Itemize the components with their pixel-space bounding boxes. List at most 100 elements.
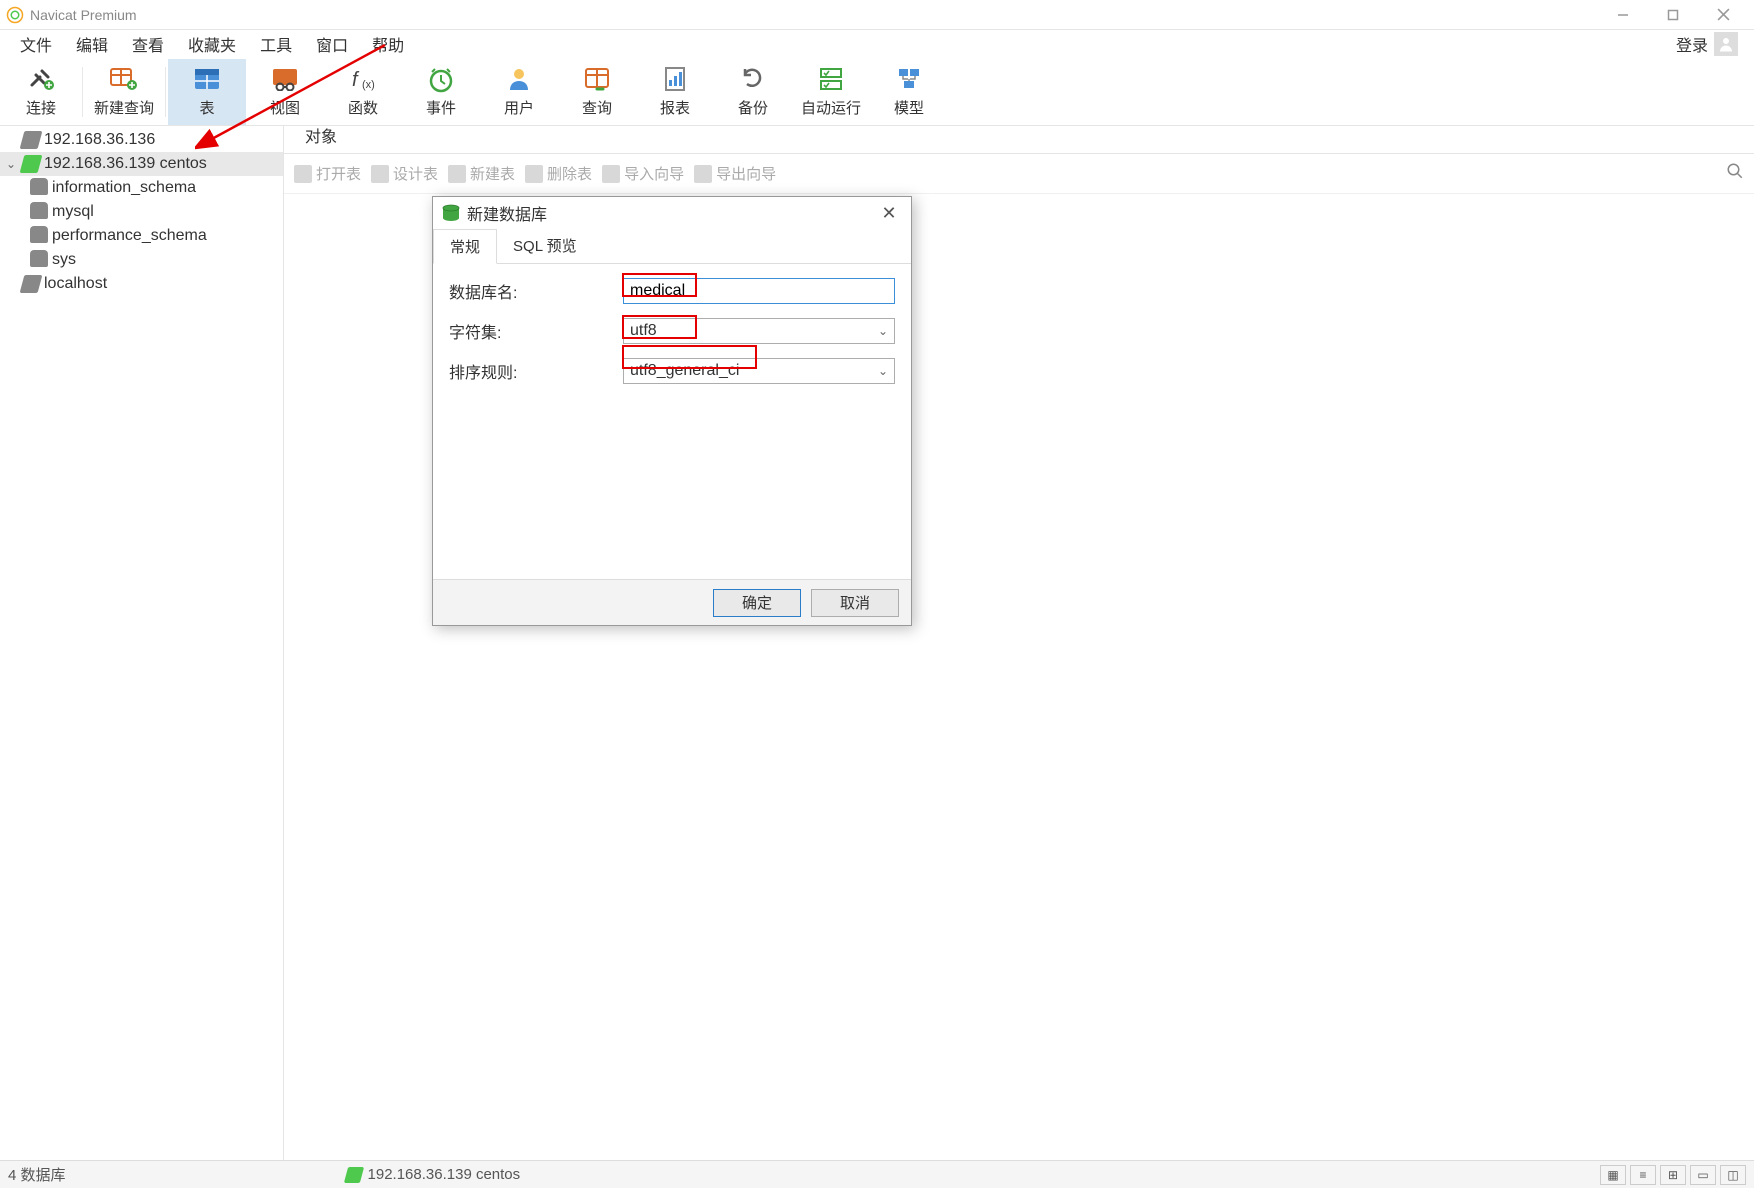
app-title: Navicat Premium <box>30 7 137 23</box>
toolbar-connect[interactable]: 连接 <box>2 59 80 125</box>
title-bar: Navicat Premium <box>0 0 1754 30</box>
subtool-design-table[interactable]: 设计表 <box>371 163 438 184</box>
maximize-button[interactable] <box>1648 1 1698 29</box>
toolbar-label: 函数 <box>348 97 378 118</box>
toolbar-label: 自动运行 <box>801 97 861 118</box>
subtool-export[interactable]: 导出向导 <box>694 163 776 184</box>
chevron-down-icon: ⌄ <box>878 324 888 338</box>
select-collation[interactable]: utf8_general_ci ⌄ <box>623 358 895 384</box>
tree-db-performance-schema[interactable]: performance_schema <box>0 224 283 248</box>
connection-icon <box>343 1167 363 1183</box>
toolbar-label: 备份 <box>738 97 768 118</box>
toolbar-query[interactable]: 查询 <box>558 59 636 125</box>
model-icon <box>893 65 925 93</box>
chevron-down-icon[interactable]: ⌄ <box>4 157 18 171</box>
menu-view[interactable]: 查看 <box>120 29 176 59</box>
close-button[interactable] <box>1698 1 1748 29</box>
minimize-button[interactable] <box>1598 1 1648 29</box>
menu-file[interactable]: 文件 <box>8 29 64 59</box>
backup-icon <box>737 65 769 93</box>
report-icon <box>659 65 691 93</box>
database-icon <box>30 253 48 267</box>
subtool-new-table[interactable]: 新建表 <box>448 163 515 184</box>
toolbar-event[interactable]: 事件 <box>402 59 480 125</box>
toolbar-function[interactable]: f(x) 函数 <box>324 59 402 125</box>
input-db-name[interactable] <box>623 278 895 304</box>
toolbar-label: 查询 <box>582 97 612 118</box>
menu-window[interactable]: 窗口 <box>304 29 360 59</box>
dialog-tab-sql-preview[interactable]: SQL 预览 <box>497 229 593 263</box>
menu-tools[interactable]: 工具 <box>248 29 304 59</box>
dialog-tab-general[interactable]: 常规 <box>433 229 497 264</box>
menu-edit[interactable]: 编辑 <box>64 29 120 59</box>
search-icon[interactable] <box>1726 162 1744 185</box>
label-charset: 字符集: <box>449 319 623 343</box>
view-panel-button[interactable]: ▭ <box>1690 1165 1716 1185</box>
menu-help[interactable]: 帮助 <box>360 29 416 59</box>
tab-objects[interactable]: 对象 <box>290 117 352 153</box>
sub-toolbar: 打开表 设计表 新建表 删除表 导入向导 导出向导 <box>284 154 1754 194</box>
toolbar-new-query[interactable]: 新建查询 <box>85 59 163 125</box>
window-controls <box>1598 1 1748 29</box>
toolbar-label: 事件 <box>426 97 456 118</box>
view-split-button[interactable]: ◫ <box>1720 1165 1746 1185</box>
toolbar-label: 报表 <box>660 97 690 118</box>
tree-db-sys[interactable]: sys <box>0 248 283 272</box>
tree-label: mysql <box>52 203 94 221</box>
schedule-icon <box>815 65 847 93</box>
subtool-import[interactable]: 导入向导 <box>602 163 684 184</box>
function-icon: f(x) <box>347 65 379 93</box>
tree-label: 192.168.36.139 centos <box>44 155 207 173</box>
avatar[interactable] <box>1714 32 1738 56</box>
connection-tree[interactable]: 192.168.36.136 ⌄ 192.168.36.139 centos i… <box>0 126 284 1160</box>
delete-table-icon <box>525 165 543 183</box>
design-table-icon <box>371 165 389 183</box>
new-table-icon <box>448 165 466 183</box>
tree-conn-136[interactable]: 192.168.36.136 <box>0 128 283 152</box>
tree-db-information-schema[interactable]: information_schema <box>0 176 283 200</box>
toolbar-backup[interactable]: 备份 <box>714 59 792 125</box>
status-connection: 192.168.36.139 centos <box>368 1166 521 1183</box>
tree-label: localhost <box>44 275 107 293</box>
view-list-button[interactable]: ≡ <box>1630 1165 1656 1185</box>
view-icon <box>269 65 301 93</box>
toolbar-user[interactable]: 用户 <box>480 59 558 125</box>
import-icon <box>602 165 620 183</box>
database-icon <box>441 204 461 222</box>
toolbar-view[interactable]: 视图 <box>246 59 324 125</box>
menu-favorites[interactable]: 收藏夹 <box>176 29 248 59</box>
label-db-name: 数据库名: <box>449 279 623 303</box>
export-icon <box>694 165 712 183</box>
status-db-count: 4 数据库 <box>8 1164 66 1185</box>
database-icon <box>30 229 48 243</box>
subtool-delete-table[interactable]: 删除表 <box>525 163 592 184</box>
subtool-open-table[interactable]: 打开表 <box>294 163 361 184</box>
label-collation: 排序规则: <box>449 359 623 383</box>
view-detail-button[interactable]: ⊞ <box>1660 1165 1686 1185</box>
toolbar-table[interactable]: 表 <box>168 59 246 125</box>
new-database-dialog: 新建数据库 ✕ 常规 SQL 预览 数据库名: 字符集: utf8 ⌄ 排序规则… <box>432 196 912 626</box>
open-table-icon <box>294 165 312 183</box>
cancel-button[interactable]: 取消 <box>811 589 899 617</box>
view-grid-button[interactable]: ▦ <box>1600 1165 1626 1185</box>
toolbar-autorun[interactable]: 自动运行 <box>792 59 870 125</box>
tree-db-mysql[interactable]: mysql <box>0 200 283 224</box>
dialog-close-button[interactable]: ✕ <box>875 203 903 224</box>
login-link[interactable]: 登录 <box>1676 32 1708 56</box>
menu-bar: 文件 编辑 查看 收藏夹 工具 窗口 帮助 登录 <box>0 30 1754 58</box>
tree-conn-localhost[interactable]: localhost <box>0 272 283 296</box>
tree-label: 192.168.36.136 <box>44 131 155 149</box>
toolbar-report[interactable]: 报表 <box>636 59 714 125</box>
tree-conn-139[interactable]: ⌄ 192.168.36.139 centos <box>0 152 283 176</box>
toolbar-model[interactable]: 模型 <box>870 59 948 125</box>
select-charset-value: utf8 <box>630 322 657 340</box>
query-icon <box>581 65 613 93</box>
toolbar-label: 新建查询 <box>94 97 154 118</box>
tree-label: information_schema <box>52 179 196 197</box>
connection-icon <box>20 275 43 293</box>
svg-text:f: f <box>352 69 360 91</box>
tree-label: sys <box>52 251 76 269</box>
select-charset[interactable]: utf8 ⌄ <box>623 318 895 344</box>
toolbar-label: 视图 <box>270 97 300 118</box>
ok-button[interactable]: 确定 <box>713 589 801 617</box>
